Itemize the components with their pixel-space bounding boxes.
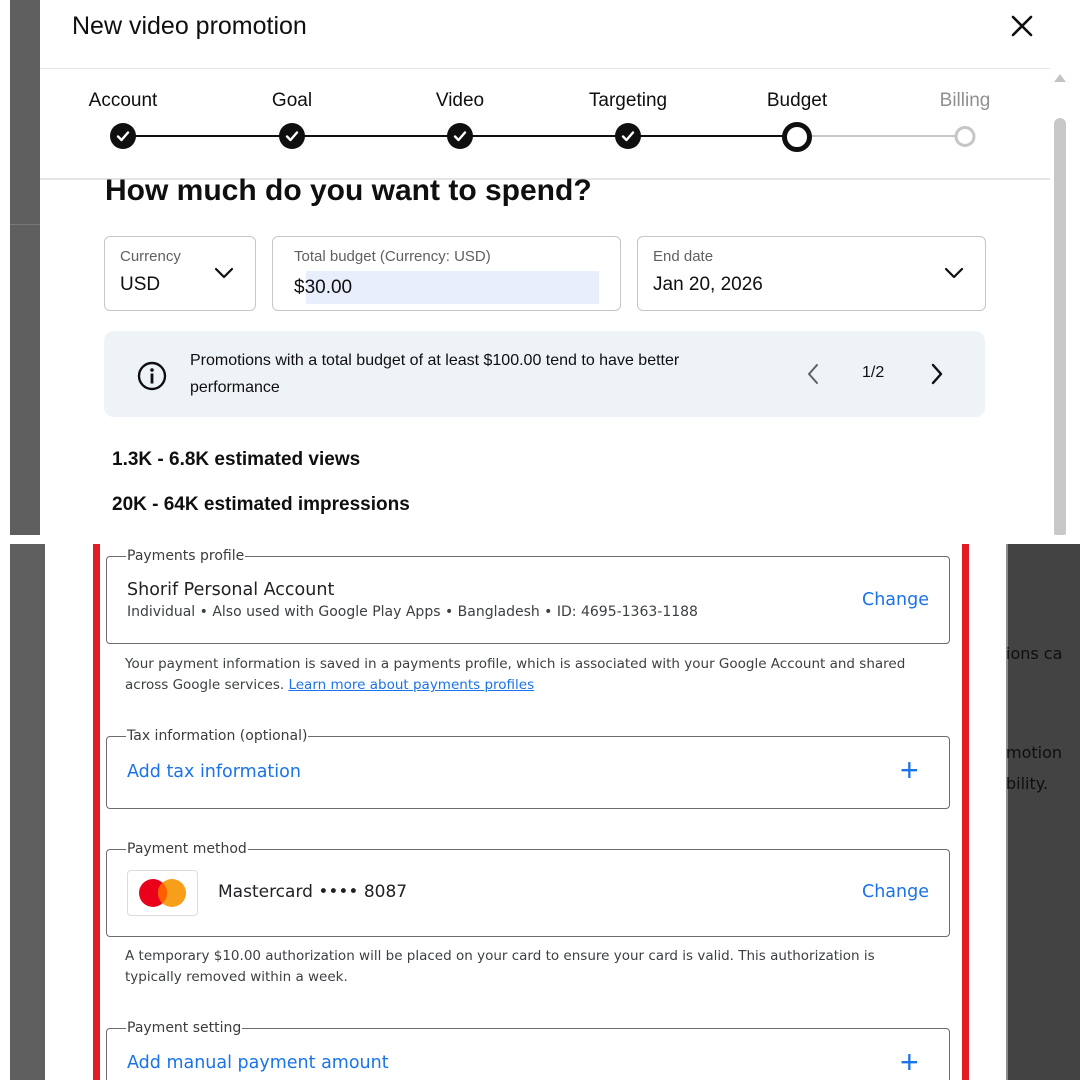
backdrop-line [10,224,40,225]
step-budget-current-icon [782,122,812,152]
currency-value: USD [120,274,161,295]
step-budget-label: Budget [766,90,828,111]
chevron-left-icon[interactable] [804,362,822,386]
budget-tip-text: Promotions with a total budget of at lea… [190,352,680,396]
payments-profile-legend: Payments profile [126,548,246,564]
close-icon [1011,15,1033,37]
learn-more-payments-link[interactable]: Learn more about payments profiles [288,677,534,693]
step-billing-label: Billing [939,90,991,111]
chevron-down-icon [944,267,964,279]
step-billing-upcoming-icon [954,126,976,147]
estimated-impressions: 20K - 64K estimated impressions [112,494,410,515]
chevron-right-icon[interactable] [928,362,946,386]
tip-pager: 1/2 [862,364,885,381]
step-account-label: Account [88,90,158,111]
panel-separator [0,535,1080,544]
plus-icon[interactable]: + [900,1046,919,1078]
dialog-title: New video promotion [72,12,307,40]
page-margin-left [45,544,93,1080]
currency-label: Currency [120,248,181,265]
scrollbar-thumb[interactable] [1054,118,1066,535]
card-number: Mastercard •••• 8087 [218,882,408,902]
step-video-check-icon[interactable] [447,123,473,149]
step-account-check-icon[interactable] [110,123,136,149]
chevron-down-icon [214,267,234,279]
add-tax-information-link[interactable]: Add tax information [127,762,301,782]
payment-method-legend: Payment method [126,841,248,857]
step-goal-label: Goal [271,90,313,111]
background-page [969,544,1008,1080]
total-budget-label: Total budget (Currency: USD) [294,248,491,265]
step-targeting-check-icon[interactable] [615,123,641,149]
end-date-value: Jan 20, 2026 [653,274,763,295]
add-manual-payment-link[interactable]: Add manual payment amount [127,1053,389,1073]
budget-question-heading: How much do you want to spend? [105,174,592,207]
mastercard-logo-icon [127,870,198,916]
plus-icon[interactable]: + [900,754,919,786]
highlight-border-right [962,544,969,1080]
backdrop-left [10,0,40,535]
info-icon [137,361,167,391]
total-budget-input[interactable]: $30.00 [294,277,352,299]
payments-profile-note: Your payment information is saved in a p… [125,654,945,696]
currency-select[interactable]: Currency USD [104,236,256,311]
header-divider [40,68,1050,69]
payments-profile-name: Shorif Personal Account [127,580,335,600]
step-targeting-label: Targeting [588,90,668,111]
end-date-select[interactable]: End date Jan 20, 2026 [637,236,986,311]
change-payment-method-button[interactable]: Change [862,882,929,902]
stepper-line-upcoming [797,135,965,137]
close-button[interactable] [1006,10,1038,42]
backdrop-left [10,544,45,1080]
billing-screenshot: ions ca motion bility. Payments profile … [0,544,1080,1080]
scroll-up-arrow-icon[interactable] [1054,74,1066,82]
step-video-label: Video [435,90,485,111]
step-goal-check-icon[interactable] [279,123,305,149]
end-date-label: End date [653,248,714,265]
payment-setting-legend: Payment setting [126,1020,243,1036]
budget-dialog-screenshot: New video promotion Account Goal Video T… [0,0,1080,535]
backdrop-overlay [1006,544,1080,1080]
change-profile-button[interactable]: Change [862,590,929,610]
tax-information-legend: Tax information (optional) [126,728,309,744]
authorization-note: A temporary $10.00 authorization will be… [125,948,875,985]
payments-profile-details: Individual • Also used with Google Play … [127,604,698,620]
highlight-border-left [93,544,100,1080]
estimated-views: 1.3K - 6.8K estimated views [112,449,361,470]
payments-profile-card [106,556,950,644]
